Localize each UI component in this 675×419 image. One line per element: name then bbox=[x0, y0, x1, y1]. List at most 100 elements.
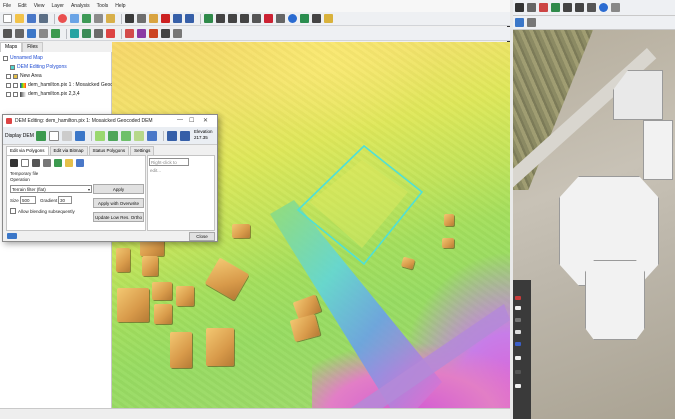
zoom-in-icon[interactable] bbox=[563, 3, 572, 12]
dem-display-icon[interactable] bbox=[35, 130, 46, 141]
tab-edit-via-polygons[interactable]: Edit via Polygons bbox=[6, 146, 49, 155]
grid-icon[interactable] bbox=[51, 29, 60, 38]
smooth-icon[interactable] bbox=[107, 130, 118, 141]
line-icon[interactable] bbox=[39, 29, 48, 38]
menu-view[interactable]: View bbox=[34, 3, 45, 9]
dropdown-icon[interactable] bbox=[173, 29, 182, 38]
update-ortho-button[interactable]: Update Low Res. Ortho bbox=[93, 212, 144, 222]
swipe-icon[interactable] bbox=[324, 14, 333, 23]
info-icon[interactable] bbox=[599, 3, 608, 12]
tree-item-dem-2[interactable]: dem_hamilton.pix 2,3,4 bbox=[6, 90, 80, 98]
delete-icon[interactable] bbox=[161, 14, 170, 23]
tab-maps[interactable]: Maps bbox=[0, 42, 23, 52]
zoom-layer-icon[interactable] bbox=[240, 14, 249, 23]
dialog-undo-icon[interactable] bbox=[166, 130, 177, 141]
save-icon[interactable] bbox=[27, 14, 36, 23]
dialog-save-icon[interactable] bbox=[146, 130, 157, 141]
size-input[interactable]: 500 bbox=[20, 196, 36, 204]
zoom-extent-icon[interactable] bbox=[204, 14, 213, 23]
tree-item-map[interactable]: Unnamed Map bbox=[3, 54, 43, 62]
undo-icon[interactable] bbox=[173, 14, 182, 23]
gradient-input[interactable]: 30 bbox=[58, 196, 72, 204]
layer-icon[interactable] bbox=[515, 18, 524, 27]
tab-status-polygons[interactable]: Status Polygons bbox=[88, 146, 130, 155]
help-icon[interactable] bbox=[7, 233, 17, 239]
maximize-icon[interactable]: ☐ bbox=[189, 117, 194, 124]
properties-icon[interactable] bbox=[94, 14, 103, 23]
pan-icon[interactable] bbox=[587, 3, 596, 12]
save-polygon-icon[interactable] bbox=[76, 159, 84, 167]
draw-polygon-icon[interactable] bbox=[21, 159, 29, 167]
polygon-list-panel[interactable]: Right-click to edit... bbox=[147, 155, 215, 231]
apply-button[interactable]: Apply bbox=[93, 184, 144, 194]
flatten-icon[interactable] bbox=[120, 130, 131, 141]
menu-layer[interactable]: Layer bbox=[51, 3, 64, 9]
close-icon[interactable]: ✕ bbox=[203, 117, 208, 124]
checkbox-icon[interactable] bbox=[6, 73, 11, 79]
zoom-in-icon[interactable] bbox=[216, 14, 225, 23]
identify-icon[interactable] bbox=[106, 14, 115, 23]
tab-settings[interactable]: Settings bbox=[130, 146, 155, 155]
checkbox-icon[interactable] bbox=[13, 91, 18, 97]
stop-icon[interactable] bbox=[58, 14, 67, 23]
zoom-out-icon[interactable] bbox=[228, 14, 237, 23]
color-icon[interactable] bbox=[137, 29, 146, 38]
dialog-redo-icon[interactable] bbox=[179, 130, 190, 141]
grid-icon[interactable] bbox=[527, 18, 536, 27]
fill-color-icon[interactable] bbox=[149, 29, 158, 38]
terrain-icon[interactable] bbox=[94, 130, 105, 141]
tab-edit-via-bitmap[interactable]: Edit via Bitmap bbox=[49, 146, 88, 155]
menu-analysis[interactable]: Analysis bbox=[71, 3, 90, 9]
redo-icon[interactable] bbox=[185, 14, 194, 23]
tree-item-polygons[interactable]: DEM Editing Polygons bbox=[10, 63, 67, 71]
pan-hand-icon[interactable] bbox=[252, 14, 261, 23]
polygon-icon[interactable] bbox=[27, 29, 36, 38]
vertex-icon[interactable] bbox=[15, 29, 24, 38]
line-tool-icon[interactable] bbox=[61, 130, 72, 141]
settings-icon[interactable] bbox=[611, 3, 620, 12]
layers-icon[interactable] bbox=[70, 14, 79, 23]
menu-help[interactable]: Help bbox=[115, 3, 125, 9]
menu-file[interactable]: File bbox=[3, 3, 11, 9]
blend-checkbox[interactable] bbox=[10, 208, 16, 214]
pencil-tool-icon[interactable] bbox=[48, 130, 59, 141]
layer-add-icon[interactable] bbox=[82, 29, 91, 38]
copy-icon[interactable] bbox=[137, 14, 146, 23]
menu-edit[interactable]: Edit bbox=[18, 3, 27, 9]
menu-tools[interactable]: Tools bbox=[97, 3, 109, 9]
arrow-icon[interactable] bbox=[539, 3, 548, 12]
cut-icon[interactable] bbox=[125, 14, 134, 23]
text-icon[interactable] bbox=[161, 29, 170, 38]
crosshair-icon[interactable] bbox=[106, 29, 115, 38]
zoom-extent-icon[interactable] bbox=[551, 3, 560, 12]
import-polygon-icon[interactable] bbox=[54, 159, 62, 167]
select-tool-icon[interactable] bbox=[10, 159, 18, 167]
select-icon[interactable] bbox=[264, 14, 273, 23]
info-icon[interactable] bbox=[288, 14, 297, 23]
paste-icon[interactable] bbox=[149, 14, 158, 23]
shape-icon[interactable] bbox=[94, 29, 103, 38]
checkbox-icon[interactable] bbox=[13, 82, 18, 88]
fill-tool-icon[interactable] bbox=[74, 130, 85, 141]
checkbox-icon[interactable] bbox=[6, 82, 11, 88]
hand-icon[interactable] bbox=[527, 3, 536, 12]
measure-icon[interactable] bbox=[276, 14, 285, 23]
checkbox-icon[interactable] bbox=[6, 91, 11, 97]
vertex-tool-icon[interactable] bbox=[32, 159, 40, 167]
table-icon[interactable] bbox=[82, 14, 91, 23]
cursor-icon[interactable] bbox=[312, 14, 321, 23]
new-file-icon[interactable] bbox=[3, 14, 12, 23]
tree-item-area[interactable]: New Area bbox=[6, 72, 42, 80]
operation-select[interactable]: Terrain filter (flat) ▾ bbox=[10, 185, 92, 193]
link-icon[interactable] bbox=[300, 14, 309, 23]
close-button[interactable]: Close bbox=[189, 232, 215, 241]
tool-dropdown-icon[interactable] bbox=[43, 159, 51, 167]
zoom-out-icon[interactable] bbox=[575, 3, 584, 12]
print-icon[interactable] bbox=[39, 14, 48, 23]
satellite-map-view[interactable] bbox=[513, 0, 675, 419]
minimize-icon[interactable]: — bbox=[177, 117, 183, 123]
pencil-icon[interactable] bbox=[125, 29, 134, 38]
move-icon[interactable] bbox=[515, 3, 524, 12]
tab-files[interactable]: Files bbox=[22, 42, 43, 52]
open-polygon-icon[interactable] bbox=[65, 159, 73, 167]
